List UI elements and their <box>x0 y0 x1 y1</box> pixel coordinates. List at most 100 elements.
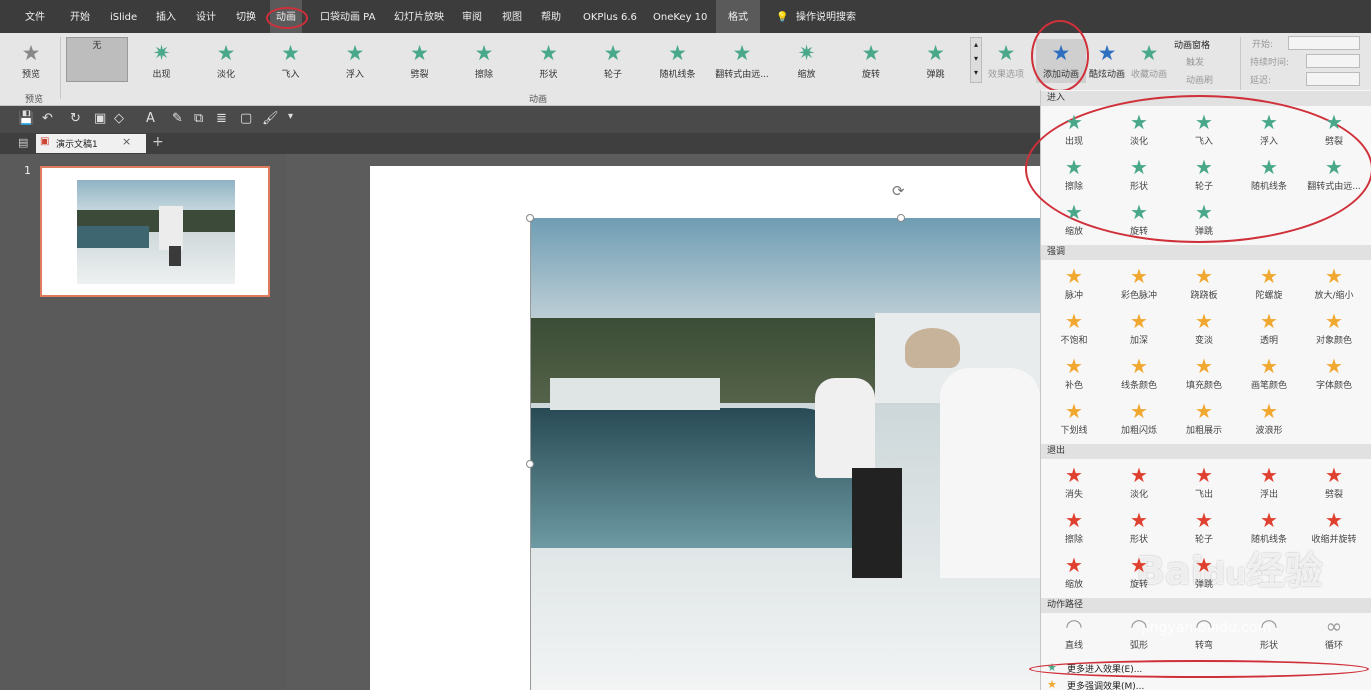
brush-icon[interactable]: 🖌 <box>262 111 279 126</box>
emphasis-item[interactable]: ★ 跷跷板 <box>1173 264 1235 306</box>
tab-islide[interactable]: iSlide <box>110 0 137 33</box>
exit-item[interactable]: ★ 缩放 <box>1043 553 1105 595</box>
paths-item[interactable]: ◠ 直线 <box>1043 614 1105 656</box>
emphasis-item[interactable]: ★ 加粗展示 <box>1173 399 1235 441</box>
resize-handle[interactable] <box>526 214 534 222</box>
entrance-item[interactable]: ★ 浮入 <box>1238 110 1300 152</box>
emphasis-item[interactable]: ★ 字体颜色 <box>1303 354 1365 396</box>
more-emphasis-item[interactable]: ★ 更多强调效果(M)... <box>1041 678 1371 690</box>
tab-home[interactable]: 开始 <box>70 0 90 33</box>
entrance-item[interactable]: ★ 旋转 <box>1108 200 1170 242</box>
add-animation-button[interactable]: ★ 添加动画 <box>1036 39 1086 83</box>
emphasis-item[interactable]: ★ 波浪形 <box>1238 399 1300 441</box>
tab-insert[interactable]: 插入 <box>156 0 176 33</box>
new-tab-icon[interactable]: + <box>152 134 164 150</box>
emphasis-item[interactable]: ★ 线条颜色 <box>1108 354 1170 396</box>
doc-home-icon[interactable]: ▤ <box>18 136 28 149</box>
cool-animation-button[interactable]: ★ 酷炫动画 <box>1084 39 1130 83</box>
tab-slideshow[interactable]: 幻灯片放映 <box>394 0 444 33</box>
start-select[interactable] <box>1288 36 1360 50</box>
entrance-item[interactable]: ★ 淡化 <box>1108 110 1170 152</box>
format-icon[interactable]: ✎ <box>172 111 183 126</box>
emphasis-item[interactable]: ★ 加粗闪烁 <box>1108 399 1170 441</box>
tab-animations[interactable]: 动画 <box>270 0 302 33</box>
align-icon[interactable]: ≣ <box>216 111 227 126</box>
emphasis-item[interactable]: ★ 填充颜色 <box>1173 354 1235 396</box>
rotate-handle-icon[interactable]: ⟳ <box>892 182 905 200</box>
effect-8[interactable]: ★ 轮子 <box>582 39 644 83</box>
save-icon[interactable]: 💾 <box>18 111 34 126</box>
duration-input[interactable] <box>1306 54 1360 68</box>
redo-icon[interactable]: ↻ <box>70 111 81 126</box>
entrance-item[interactable]: ★ 弹跳 <box>1173 200 1235 242</box>
emphasis-item[interactable]: ★ 彩色脉冲 <box>1108 264 1170 306</box>
tab-review[interactable]: 审阅 <box>462 0 482 33</box>
paths-item[interactable]: ◠ 转弯 <box>1173 614 1235 656</box>
tab-help[interactable]: 帮助 <box>541 0 561 33</box>
emphasis-item[interactable]: ★ 透明 <box>1238 309 1300 351</box>
exit-item[interactable]: ★ 轮子 <box>1173 508 1235 550</box>
emphasis-item[interactable]: ★ 对象颜色 <box>1303 309 1365 351</box>
gallery-scroll[interactable]: ▴ ▾ ▾ <box>970 37 982 83</box>
effect-3[interactable]: ★ 飞入 <box>260 39 322 83</box>
entrance-item[interactable]: ★ 劈裂 <box>1303 110 1365 152</box>
help-search[interactable]: 操作说明搜索 <box>796 0 856 33</box>
paths-item[interactable]: ◠ 形状 <box>1238 614 1300 656</box>
square-icon[interactable]: ▢ <box>240 111 252 126</box>
entrance-item[interactable]: ★ 翻转式由远... <box>1303 155 1365 197</box>
effect-9[interactable]: ★ 随机线条 <box>647 39 709 83</box>
entrance-item[interactable]: ★ 轮子 <box>1173 155 1235 197</box>
exit-item[interactable]: ★ 浮出 <box>1238 463 1300 505</box>
tab-transitions[interactable]: 切换 <box>236 0 256 33</box>
shape-icon[interactable]: ◇ <box>114 111 124 126</box>
paths-item[interactable]: ∞ 循环 <box>1303 614 1365 656</box>
effect-12[interactable]: ★ 旋转 <box>840 39 902 83</box>
tab-view[interactable]: 视图 <box>502 0 522 33</box>
exit-item[interactable]: ★ 淡化 <box>1108 463 1170 505</box>
resize-handle[interactable] <box>526 460 534 468</box>
resize-handle[interactable] <box>897 214 905 222</box>
entrance-item[interactable]: ★ 随机线条 <box>1238 155 1300 197</box>
exit-item[interactable]: ★ 随机线条 <box>1238 508 1300 550</box>
tab-file[interactable]: 文件 <box>25 0 45 33</box>
preview-button[interactable]: ★ 预览 <box>4 39 58 83</box>
entrance-item[interactable]: ★ 缩放 <box>1043 200 1105 242</box>
tab-format[interactable]: 格式 <box>716 0 760 33</box>
emphasis-item[interactable]: ★ 放大/缩小 <box>1303 264 1365 306</box>
entrance-item[interactable]: ★ 出现 <box>1043 110 1105 152</box>
effect-10[interactable]: ★ 翻转式由远... <box>711 39 773 83</box>
effect-11[interactable]: ✷ 缩放 <box>776 39 838 83</box>
emphasis-item[interactable]: ★ 画笔颜色 <box>1238 354 1300 396</box>
exit-item[interactable]: ★ 弹跳 <box>1173 553 1235 595</box>
effect-7[interactable]: ★ 形状 <box>518 39 580 83</box>
customize-icon[interactable]: ▾ <box>288 111 293 122</box>
emphasis-item[interactable]: ★ 脉冲 <box>1043 264 1105 306</box>
slide-thumbnail[interactable] <box>40 166 270 297</box>
emphasis-item[interactable]: ★ 变淡 <box>1173 309 1235 351</box>
anim-pane-button[interactable]: 动画窗格 <box>1174 38 1210 51</box>
exit-item[interactable]: ★ 飞出 <box>1173 463 1235 505</box>
tab-pocket-animation[interactable]: 口袋动画 PA <box>320 0 375 33</box>
exit-item[interactable]: ★ 擦除 <box>1043 508 1105 550</box>
slide[interactable]: ⟳ <box>370 166 1040 690</box>
effect-4[interactable]: ★ 浮入 <box>324 39 386 83</box>
copy-icon[interactable]: ⧉ <box>194 111 203 126</box>
entrance-item[interactable]: ★ 擦除 <box>1043 155 1105 197</box>
emphasis-item[interactable]: ★ 不饱和 <box>1043 309 1105 351</box>
emphasis-item[interactable]: ★ 下划线 <box>1043 399 1105 441</box>
exit-item[interactable]: ★ 形状 <box>1108 508 1170 550</box>
tab-okplus[interactable]: OKPlus 6.6 <box>583 0 637 33</box>
emphasis-item[interactable]: ★ 补色 <box>1043 354 1105 396</box>
doc-tab[interactable]: ▣ 演示文稿1 × <box>36 134 146 153</box>
effect-2[interactable]: ★ 淡化 <box>195 39 257 83</box>
tab-design[interactable]: 设计 <box>196 0 216 33</box>
undo-icon[interactable]: ↶ <box>42 111 53 126</box>
exit-item[interactable]: ★ 旋转 <box>1108 553 1170 595</box>
font-color-icon[interactable]: A <box>146 111 155 126</box>
exit-item[interactable]: ★ 劈裂 <box>1303 463 1365 505</box>
trigger-button[interactable]: 触发 <box>1186 55 1204 68</box>
tab-onekey[interactable]: OneKey 10 <box>653 0 707 33</box>
selected-photo[interactable] <box>530 218 1040 690</box>
entrance-item[interactable]: ★ 形状 <box>1108 155 1170 197</box>
effect-0[interactable]: 无 <box>66 37 128 82</box>
